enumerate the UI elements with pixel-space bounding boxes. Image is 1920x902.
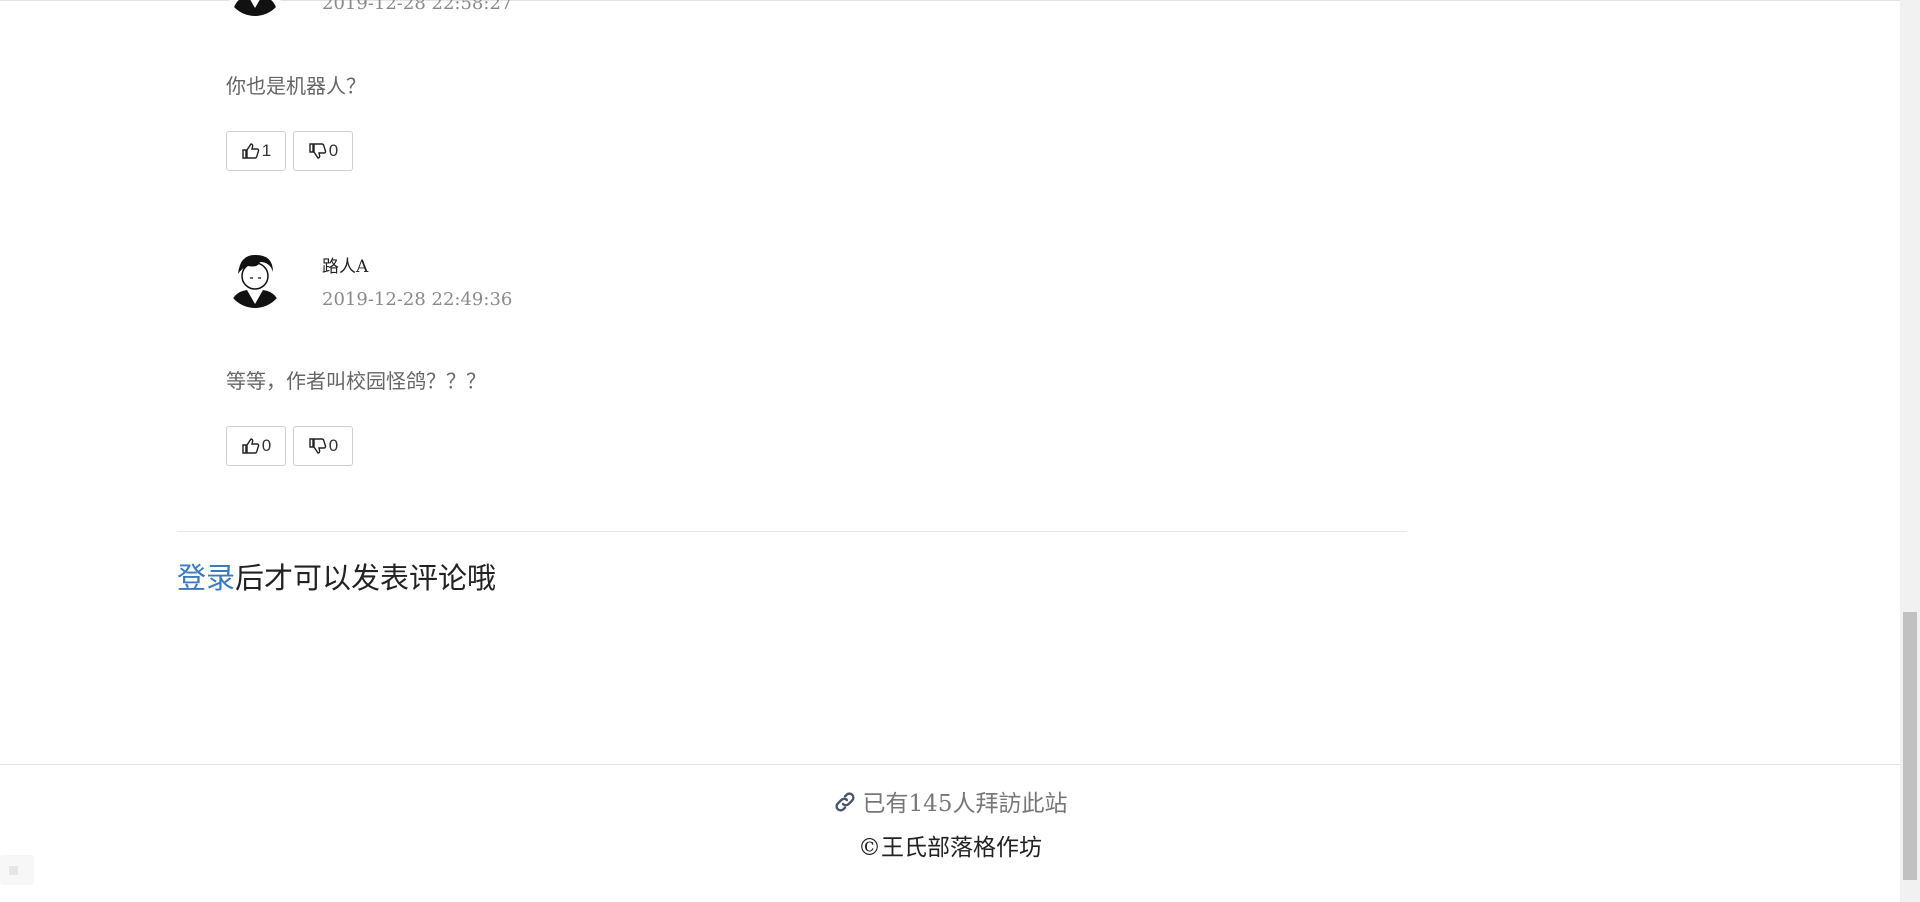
thumbs-down-icon xyxy=(309,143,327,159)
login-prompt: 登录后才可以发表评论哦 xyxy=(177,555,496,597)
like-count: 1 xyxy=(261,141,272,160)
dislike-button[interactable]: 0 xyxy=(293,131,353,171)
copyright: ©王氏部落格作坊 xyxy=(858,835,1042,861)
visit-counter: 已有145人拜訪此站 xyxy=(0,784,1900,818)
corner-widget[interactable] xyxy=(0,855,34,885)
thumbs-up-icon xyxy=(242,438,260,454)
thumbs-down-icon xyxy=(309,438,327,454)
scrollbar[interactable] xyxy=(1900,0,1920,902)
avatar[interactable] xyxy=(226,250,284,308)
dislike-count: 0 xyxy=(328,141,339,160)
comment-author[interactable]: 路人A xyxy=(322,252,368,277)
link-icon xyxy=(834,792,855,812)
comment-time: 2019-12-28 22:49:36 xyxy=(322,289,513,310)
comment-text: 你也是机器人？ xyxy=(226,74,366,98)
thumbs-up-icon xyxy=(242,143,260,159)
footer-divider xyxy=(0,764,1900,765)
widget-icon xyxy=(9,866,18,875)
login-link[interactable]: 登录 xyxy=(177,561,235,595)
visit-text: 已有145人拜訪此站 xyxy=(862,791,1068,817)
avatar[interactable] xyxy=(226,0,284,16)
comments-divider xyxy=(177,531,1407,532)
like-button[interactable]: 1 xyxy=(226,131,286,171)
like-count: 0 xyxy=(261,436,272,455)
scrollbar-thumb[interactable] xyxy=(1903,612,1917,880)
login-prompt-text: 后才可以发表评论哦 xyxy=(235,561,497,595)
dislike-button[interactable]: 0 xyxy=(293,426,353,466)
top-divider xyxy=(0,0,1900,1)
like-button[interactable]: 0 xyxy=(226,426,286,466)
comment-text: 等等，作者叫校园怪鸽？？？ xyxy=(226,369,486,393)
dislike-count: 0 xyxy=(328,436,339,455)
comment-time: 2019-12-28 22:58:27 xyxy=(322,0,513,14)
